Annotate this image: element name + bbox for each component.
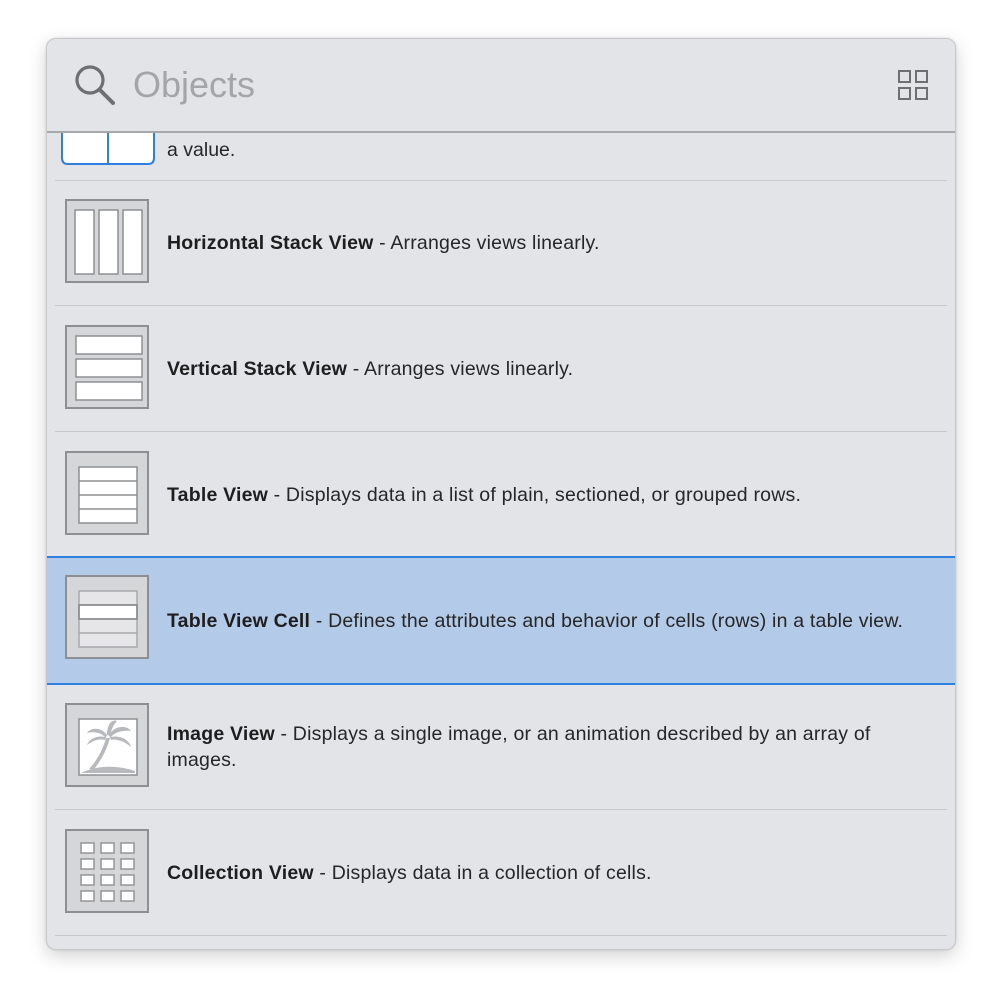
- object-list[interactable]: a value. Horizontal Stack View - Arrange…: [47, 133, 955, 949]
- image-view-icon: [78, 718, 138, 776]
- list-item-collection-view[interactable]: Collection View - Displays data in a col…: [55, 810, 947, 936]
- list-item-title: Collection View: [167, 861, 314, 884]
- list-item-text: Table View Cell - Defines the attributes…: [167, 558, 927, 683]
- list-item-title: Vertical Stack View: [167, 357, 348, 380]
- list-item-text: Horizontal Stack View - Arranges views l…: [167, 180, 927, 305]
- list-item-text: Collection View - Displays data in a col…: [167, 810, 927, 935]
- list-item-description: - Defines the attributes and behavior of…: [310, 609, 904, 632]
- horizontal-stack-view-thumbnail: [65, 199, 149, 283]
- table-view-cell-thumbnail: [65, 575, 149, 659]
- list-item-description: a value.: [167, 139, 236, 161]
- list-item-segmented-control[interactable]: a value.: [55, 133, 947, 181]
- collection-view-thumbnail: [65, 829, 149, 913]
- list-item-description: - Displays data in a collection of cells…: [313, 861, 652, 884]
- vertical-stack-view-thumbnail: [65, 325, 149, 409]
- table-view-cell-icon: [78, 590, 138, 648]
- list-item-description: - Arranges views linearly.: [347, 357, 574, 380]
- list-item-title: Table View Cell: [167, 609, 311, 632]
- search-bar: [47, 39, 955, 133]
- image-view-thumbnail: [65, 703, 149, 787]
- list-item-horizontal-stack-view[interactable]: Horizontal Stack View - Arranges views l…: [55, 180, 947, 306]
- segmented-control-icon: [61, 133, 155, 165]
- list-item-title: Image View: [167, 722, 275, 745]
- grid-view-icon[interactable]: [897, 69, 929, 101]
- list-item-table-view-cell[interactable]: Table View Cell - Defines the attributes…: [47, 556, 955, 685]
- list-item-vertical-stack-view[interactable]: Vertical Stack View - Arranges views lin…: [55, 306, 947, 432]
- search-icon: [75, 65, 115, 105]
- object-library-panel: a value. Horizontal Stack View - Arrange…: [46, 38, 956, 950]
- horizontal-stack-view-icon: [74, 209, 143, 275]
- vertical-stack-view-icon: [75, 335, 143, 401]
- collection-view-icon: [80, 842, 135, 902]
- list-item-title: Table View: [167, 483, 268, 506]
- table-view-thumbnail: [65, 451, 149, 535]
- list-item-text: Image View - Displays a single image, or…: [167, 684, 927, 809]
- list-item-description: - Arranges views linearly.: [373, 231, 600, 254]
- list-item-text: Table View - Displays data in a list of …: [167, 432, 927, 557]
- list-item-text: Vertical Stack View - Arranges views lin…: [167, 306, 927, 431]
- list-item-title: Horizontal Stack View: [167, 231, 374, 254]
- list-item-image-view[interactable]: Image View - Displays a single image, or…: [55, 684, 947, 810]
- search-input[interactable]: [133, 57, 833, 113]
- table-view-icon: [78, 466, 138, 524]
- list-item-description: - Displays data in a list of plain, sect…: [268, 483, 802, 506]
- list-item-table-view[interactable]: Table View - Displays data in a list of …: [55, 432, 947, 558]
